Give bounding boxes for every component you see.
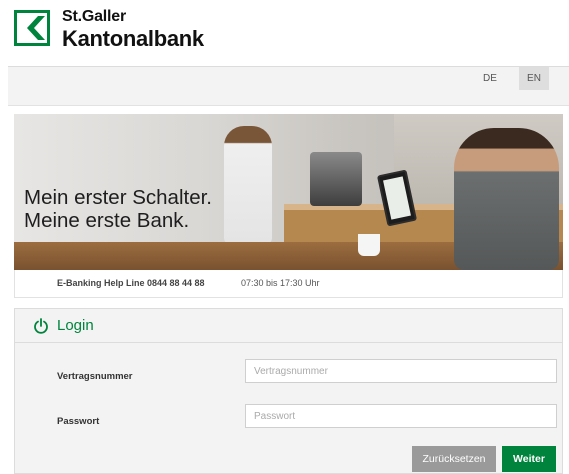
brand-name-line2[interactable]: Kantonalbank xyxy=(62,26,204,52)
power-icon xyxy=(34,318,48,334)
banner-man-figure xyxy=(454,128,559,270)
brand-name-line1[interactable]: St.Galler xyxy=(62,8,126,26)
reset-button[interactable]: Zurücksetzen xyxy=(412,446,496,472)
helpline-hours: 07:30 bis 17:30 Uhr xyxy=(241,278,320,288)
language-en-button[interactable]: EN xyxy=(519,67,549,90)
login-header: Login xyxy=(15,309,562,343)
language-bar: DE EN xyxy=(8,66,569,106)
login-title: Login xyxy=(57,317,94,334)
password-label: Passwort xyxy=(57,416,100,427)
helpline-bar: E-Banking Help Line 0844 88 44 88 07:30 … xyxy=(14,270,563,298)
header: St.Galler Kantonalbank xyxy=(0,0,569,66)
contract-number-input[interactable] xyxy=(245,359,557,383)
logo-arrow-shape xyxy=(17,13,47,43)
login-panel: Login Vertragsnummer Passwort Zurücksetz… xyxy=(14,308,563,474)
contract-number-label: Vertragsnummer xyxy=(57,371,133,382)
helpline-label: E-Banking Help Line 0844 88 44 88 xyxy=(57,278,205,288)
banner-coffee-machine xyxy=(310,152,362,206)
language-de-button[interactable]: DE xyxy=(475,67,505,90)
banner-slogan-line1: Mein erster Schalter. xyxy=(24,186,212,209)
banner-slogan-line2: Meine erste Bank. xyxy=(24,209,190,232)
skgb-arrow-logo-icon[interactable] xyxy=(14,10,50,46)
password-input[interactable] xyxy=(245,404,557,428)
next-button[interactable]: Weiter xyxy=(502,446,556,472)
banner-cup xyxy=(358,234,380,256)
banner-woman-figure xyxy=(224,126,272,244)
